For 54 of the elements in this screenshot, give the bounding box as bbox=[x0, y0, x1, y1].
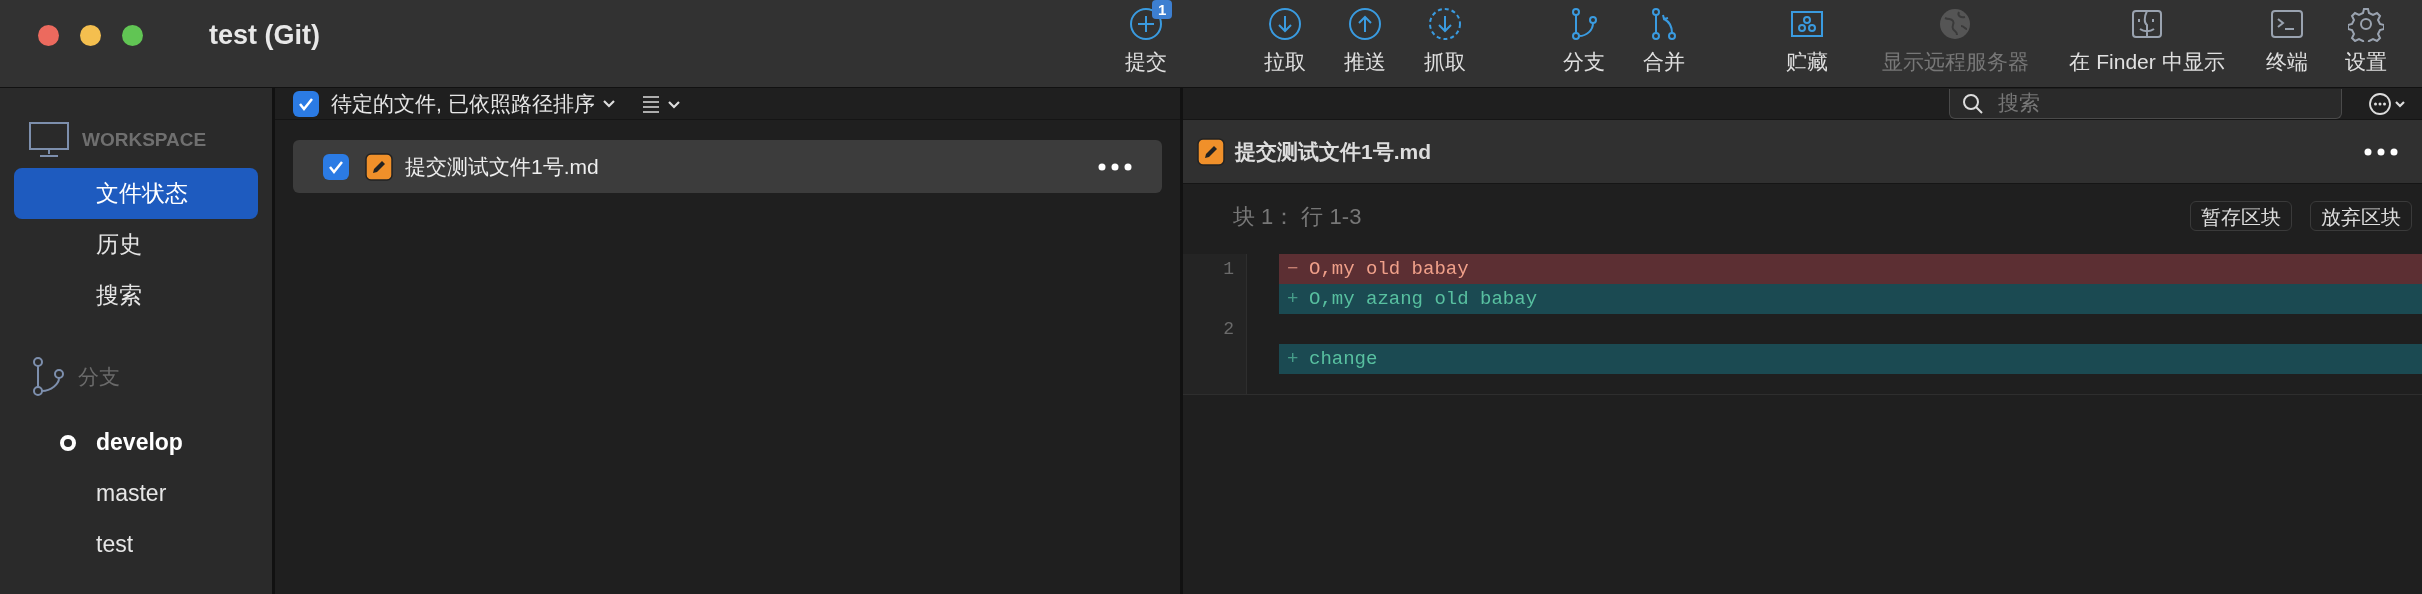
window-control-icon[interactable] bbox=[122, 24, 143, 46]
hunk-title: 块 1： 行 1-3 bbox=[1233, 202, 1363, 231]
down-arrow-circle-icon bbox=[1267, 6, 1303, 42]
code-text: change bbox=[1309, 346, 1378, 372]
diff-sign: + bbox=[1287, 286, 1300, 312]
sort-dropdown[interactable]: 待定的文件, 已依照路径排序 bbox=[331, 87, 617, 120]
count-badge: 1 bbox=[1152, 0, 1173, 19]
toolbar-button[interactable]: 贮藏 bbox=[1767, 0, 1847, 72]
diff-file-name: 提交测试文件1号.md bbox=[1235, 138, 1432, 165]
toolbar-button[interactable]: 抓取 bbox=[1405, 0, 1485, 72]
toolbar-button[interactable]: 推送 bbox=[1325, 0, 1405, 72]
diff-sign: − bbox=[1287, 256, 1300, 282]
toolbar-button[interactable]: 拉取 bbox=[1245, 0, 1325, 72]
toolbar-button[interactable]: 在 Finder 中显示 bbox=[2057, 0, 2237, 72]
monitor-icon bbox=[28, 121, 70, 159]
line-number: 2 bbox=[1223, 317, 1234, 341]
section-header: WORKSPACE bbox=[82, 127, 207, 152]
checkbox[interactable] bbox=[293, 90, 319, 117]
line-number: 1 bbox=[1223, 257, 1234, 281]
chevron-down-icon bbox=[600, 97, 617, 110]
code-text: O,my azang old babay bbox=[1309, 286, 1538, 312]
section-header: 分支 bbox=[78, 364, 120, 391]
sidebar-item[interactable]: 搜索 bbox=[14, 270, 258, 321]
branch-item[interactable]: test bbox=[96, 527, 134, 562]
toolbar-button[interactable]: 合并 bbox=[1624, 0, 1704, 72]
settings-icon bbox=[2348, 6, 2384, 42]
checkbox[interactable] bbox=[323, 153, 349, 180]
more-icon[interactable] bbox=[1098, 162, 1132, 171]
file-name: 提交测试文件1号.md bbox=[405, 153, 600, 180]
options-menu-icon[interactable] bbox=[2368, 91, 2408, 116]
toolbar-button[interactable]: 分支 bbox=[1544, 0, 1624, 72]
diff-sign: + bbox=[1287, 346, 1300, 372]
window-control-icon[interactable] bbox=[38, 24, 59, 46]
window-title: test (Git) bbox=[209, 18, 320, 52]
plus-circle-icon bbox=[1128, 6, 1164, 42]
branch-icon bbox=[32, 357, 64, 397]
globe-icon bbox=[1937, 6, 1973, 42]
hunk-button[interactable]: 暂存区块 bbox=[2190, 201, 2292, 231]
branch-item[interactable]: develop bbox=[96, 425, 183, 460]
pencil-icon bbox=[1197, 137, 1225, 166]
branch-item[interactable]: master bbox=[96, 476, 167, 511]
file-row[interactable]: 提交测试文件1号.md bbox=[293, 140, 1162, 193]
sidebar-item[interactable]: 文件状态 bbox=[14, 168, 258, 219]
toolbar-button[interactable]: 终端 bbox=[2247, 0, 2327, 72]
up-arrow-circle-icon bbox=[1347, 6, 1383, 42]
pencil-icon bbox=[365, 152, 393, 181]
toolbar-button[interactable]: 提交 1 bbox=[1106, 0, 1186, 72]
search-field[interactable]: 搜索 bbox=[1949, 88, 2342, 119]
more-icon[interactable] bbox=[2364, 147, 2398, 156]
window-control-icon[interactable] bbox=[80, 24, 101, 46]
toolbar-button[interactable]: 设置 bbox=[2331, 0, 2401, 72]
hunk-button[interactable]: 放弃区块 bbox=[2310, 201, 2412, 231]
sidebar-item[interactable]: 历史 bbox=[14, 219, 258, 270]
code-text: O,my old babay bbox=[1309, 256, 1469, 282]
